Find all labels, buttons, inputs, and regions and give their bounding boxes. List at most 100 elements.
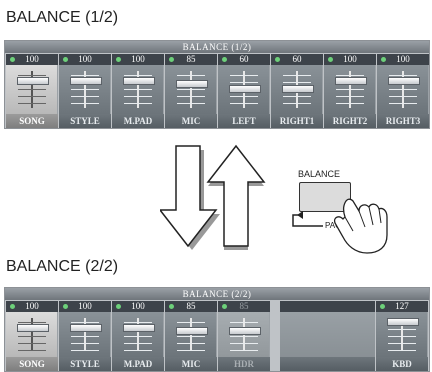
channel-name: M.PAD	[112, 357, 164, 371]
fader-scale-line	[70, 89, 99, 90]
channel-name: RIGHT3	[377, 114, 429, 128]
empty-channel-area	[280, 301, 375, 371]
channel-mic[interactable]: 85 MIC	[165, 54, 217, 128]
fader-scale-line	[70, 350, 99, 351]
fader-area[interactable]	[376, 312, 428, 357]
fader-area[interactable]	[165, 312, 217, 357]
fader-scale-line	[388, 103, 417, 104]
channel-value: 85	[165, 301, 217, 312]
fader-scale-line	[388, 96, 417, 97]
channel-left[interactable]: 60 LEFT	[218, 54, 270, 128]
channel-indicator-icon	[169, 57, 174, 62]
fader-scale-line	[123, 89, 152, 90]
page-switch-arrows	[158, 138, 270, 256]
fader-knob[interactable]	[16, 76, 49, 85]
channel-value: 100	[324, 54, 376, 65]
channel-mic[interactable]: 85 MIC	[165, 301, 217, 371]
panel-title: BALANCE (2/2)	[5, 288, 429, 300]
channel-value: 60	[271, 54, 323, 65]
channel-kbd[interactable]: 127 KBD	[376, 301, 428, 371]
fader-area[interactable]	[112, 312, 164, 357]
channel-value: 100	[59, 54, 111, 65]
fader-knob[interactable]	[69, 323, 102, 332]
channel-indicator-icon	[116, 304, 121, 309]
fader-area[interactable]	[112, 65, 164, 114]
fader-scale-line	[282, 82, 311, 83]
fader-area[interactable]	[377, 65, 429, 114]
channel-value: 100	[6, 54, 58, 65]
fader-scale-line	[387, 350, 416, 351]
fader-knob[interactable]	[334, 76, 367, 85]
fader-scale-line	[229, 350, 258, 351]
channel-value: 100	[112, 301, 164, 312]
fader-scale-line	[123, 350, 152, 351]
fader-knob[interactable]	[228, 326, 261, 335]
channel-name: M.PAD	[112, 114, 164, 128]
channel-style[interactable]: 100 STYLE	[59, 54, 111, 128]
channel-right3[interactable]: 100 RIGHT3	[377, 54, 429, 128]
channel-value: 85	[165, 54, 217, 65]
fader-scale-line	[176, 350, 205, 351]
fader-area[interactable]	[59, 312, 111, 357]
channel-song[interactable]: 100 SONG	[6, 54, 58, 128]
fader-scale-line	[229, 82, 258, 83]
fader-area[interactable]	[324, 65, 376, 114]
channel-value: 100	[377, 54, 429, 65]
fader-area[interactable]	[6, 65, 58, 114]
fader-scale-line	[282, 103, 311, 104]
channel-m-pad[interactable]: 100 M.PAD	[112, 54, 164, 128]
fader-knob[interactable]	[175, 79, 208, 88]
fader-scale-line	[388, 89, 417, 90]
channel-name: LEFT	[218, 114, 270, 128]
fader-scale-line	[335, 96, 364, 97]
channel-indicator-icon	[328, 57, 333, 62]
fader-scale-line	[387, 329, 416, 330]
fader-scale-line	[176, 96, 205, 97]
channel-style[interactable]: 100 STYLE	[59, 301, 111, 371]
channel-name: HDR	[218, 357, 270, 371]
balance-panel-page2: BALANCE (2/2) 100 SONG 100 STYLE 100 M.PAD 85 M…	[4, 287, 430, 372]
fader-knob[interactable]	[16, 323, 49, 332]
fader-knob[interactable]	[281, 84, 314, 93]
fader-scale-line	[335, 103, 364, 104]
fader-scale-line	[176, 89, 205, 90]
fader-scale-line	[282, 75, 311, 76]
fader-scale-line	[70, 96, 99, 97]
channel-right2[interactable]: 100 RIGHT2	[324, 54, 376, 128]
fader-area[interactable]	[59, 65, 111, 114]
fader-scale-line	[70, 343, 99, 344]
channel-value: 100	[59, 301, 111, 312]
fader-area[interactable]	[165, 65, 217, 114]
fader-scale-line	[123, 103, 152, 104]
channel-name: STYLE	[59, 357, 111, 371]
channel-song[interactable]: 100 SONG	[6, 301, 58, 371]
fader-scale-line	[176, 103, 205, 104]
channel-name: MIC	[165, 357, 217, 371]
fader-area[interactable]	[218, 65, 270, 114]
channel-right1[interactable]: 60 RIGHT1	[271, 54, 323, 128]
fader-knob[interactable]	[175, 326, 208, 335]
fader-knob[interactable]	[69, 76, 102, 85]
fader-scale-line	[387, 343, 416, 344]
fader-knob[interactable]	[387, 76, 420, 85]
fader-area[interactable]	[271, 65, 323, 114]
channel-m-pad[interactable]: 100 M.PAD	[112, 301, 164, 371]
channel-hdr[interactable]: 85 HDR	[218, 301, 270, 371]
fader-scale-line	[335, 89, 364, 90]
channel-value: 100	[6, 301, 58, 312]
fader-scale-line	[17, 336, 46, 337]
fader-area[interactable]	[6, 312, 58, 357]
fader-knob[interactable]	[122, 76, 155, 85]
channel-name: RIGHT1	[271, 114, 323, 128]
fader-knob[interactable]	[386, 318, 419, 326]
fader-knob[interactable]	[228, 84, 261, 93]
balance-page2-heading: BALANCE (2/2)	[6, 258, 119, 275]
fader-area[interactable]	[218, 312, 270, 357]
balance-page1-heading: BALANCE (1/2)	[6, 9, 119, 26]
fader-knob[interactable]	[122, 323, 155, 332]
fader-scale-line	[123, 336, 152, 337]
fader-scale-line	[229, 343, 258, 344]
channel-indicator-icon	[222, 57, 227, 62]
fader-scale-line	[176, 343, 205, 344]
fader-scale-line	[70, 336, 99, 337]
